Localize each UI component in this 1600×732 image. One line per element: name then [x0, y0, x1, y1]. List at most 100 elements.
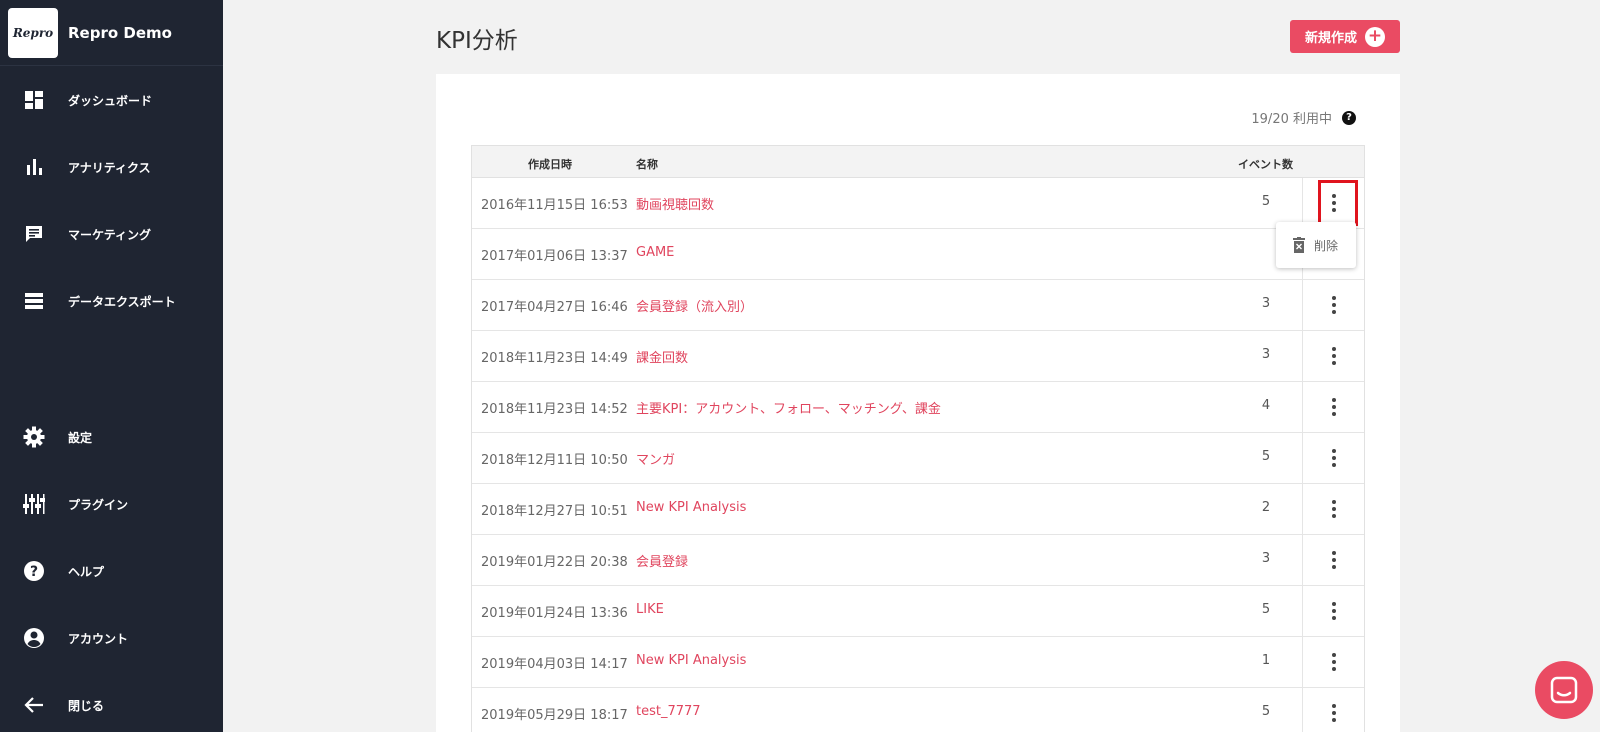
sidebar-item-analytics[interactable]: アナリティクス	[0, 147, 223, 187]
table-row: 2018年12月27日 10:51 New KPI Analysis 2	[472, 484, 1364, 535]
kpi-name-link[interactable]: LIKE	[636, 602, 664, 617]
created-at-cell: 2017年01月06日 13:37	[481, 249, 628, 264]
plus-icon: +	[1365, 26, 1385, 47]
event-count-cell: 3	[1261, 347, 1271, 362]
column-header-date[interactable]: 作成日時	[528, 156, 572, 172]
gear-icon	[22, 425, 46, 449]
column-header-name[interactable]: 名称	[636, 156, 658, 172]
event-count-cell: 1	[1261, 653, 1271, 668]
sidebar-item-label: ヘルプ	[68, 564, 105, 579]
sidebar-item-plugins[interactable]: プラグイン	[0, 484, 223, 524]
brand-header: Repro Repro Demo	[0, 0, 223, 66]
chat-launcher-button[interactable]	[1535, 661, 1593, 719]
row-menu-button[interactable]	[1302, 586, 1365, 636]
usage-text: 19/20 利用中	[1251, 112, 1332, 127]
logo-text: Repro	[12, 25, 54, 40]
new-kpi-button[interactable]: 新規作成 +	[1290, 20, 1400, 53]
sidebar-item-label: ダッシュボード	[68, 93, 153, 108]
row-menu-button[interactable]	[1302, 280, 1365, 330]
kpi-name-link[interactable]: test_7777	[636, 704, 701, 719]
created-at-cell: 2019年04月03日 14:17	[481, 657, 628, 672]
event-count-cell: 5	[1261, 602, 1271, 617]
sidebar-item-account[interactable]: アカウント	[0, 618, 223, 658]
created-at-cell: 2018年12月11日 10:50	[481, 453, 628, 468]
new-button-label: 新規作成	[1304, 31, 1357, 46]
event-count-cell: 5	[1261, 449, 1271, 464]
row-menu-button[interactable]	[1302, 433, 1365, 483]
row-menu-button[interactable]	[1302, 535, 1365, 585]
event-count-cell: 3	[1261, 296, 1271, 311]
message-icon	[22, 222, 46, 246]
chat-icon	[1550, 676, 1578, 704]
table-header: 作成日時 名称 イベント数	[472, 146, 1364, 178]
sidebar-item-dashboard[interactable]: ダッシュボード	[0, 80, 223, 120]
more-vertical-icon	[1332, 398, 1336, 416]
table-row: 2018年11月23日 14:49 課金回数 3	[472, 331, 1364, 382]
event-count-cell: 3	[1261, 551, 1271, 566]
sidebar: Repro Repro Demo ダッシュボード アナリティクス マーケティング…	[0, 0, 223, 732]
bar-chart-icon	[22, 155, 46, 179]
created-at-cell: 2019年01月22日 20:38	[481, 555, 628, 570]
trash-icon	[1292, 237, 1306, 253]
row-menu-button[interactable]	[1302, 331, 1365, 381]
arrow-left-icon	[22, 693, 46, 717]
kpi-name-link[interactable]: 動画視聴回数	[636, 194, 714, 213]
kpi-name-link[interactable]: New KPI Analysis	[636, 653, 746, 668]
table-row: 2019年04月03日 14:17 New KPI Analysis 1	[472, 637, 1364, 688]
page-title: KPI分析	[436, 28, 518, 54]
more-vertical-icon	[1332, 602, 1336, 620]
table-body: 2016年11月15日 16:53 動画視聴回数 5 2017年01月06日 13:3…	[472, 178, 1364, 732]
row-menu-button[interactable]	[1302, 688, 1365, 732]
kpi-name-link[interactable]: 主要KPI：アカウント、フォロー、マッチング、課金	[636, 398, 941, 417]
created-at-cell: 2019年01月24日 13:36	[481, 606, 628, 621]
event-count-cell: 2	[1261, 500, 1271, 515]
more-vertical-icon	[1332, 500, 1336, 518]
created-at-cell: 2018年12月27日 10:51	[481, 504, 628, 519]
svg-text:?: ?	[30, 564, 38, 580]
sidebar-item-marketing[interactable]: マーケティング	[0, 214, 223, 254]
account-icon	[22, 626, 46, 650]
more-vertical-icon	[1332, 704, 1336, 722]
kpi-table: 作成日時 名称 イベント数 2016年11月15日 16:53 動画視聴回数 5 20…	[471, 145, 1365, 732]
more-vertical-icon	[1332, 194, 1336, 212]
kpi-name-link[interactable]: GAME	[636, 245, 674, 260]
sidebar-item-help[interactable]: ? ヘルプ	[0, 551, 223, 591]
storage-icon	[22, 289, 46, 313]
row-menu-button[interactable]	[1302, 484, 1365, 534]
repro-logo[interactable]: Repro	[8, 7, 58, 58]
sidebar-item-label: プラグイン	[68, 497, 129, 512]
row-action-dropdown[interactable]: 削除	[1276, 222, 1356, 268]
more-vertical-icon	[1332, 653, 1336, 671]
table-row: 2019年01月22日 20:38 会員登録 3	[472, 535, 1364, 586]
more-vertical-icon	[1332, 551, 1336, 569]
event-count-cell: 5	[1261, 194, 1271, 209]
plugin-icon	[22, 492, 46, 516]
sidebar-item-label: データエクスポート	[68, 294, 176, 309]
dashboard-icon	[22, 88, 46, 112]
kpi-name-link[interactable]: 会員登録（流入別）	[636, 296, 753, 315]
table-row: 2016年11月15日 16:53 動画視聴回数 5	[472, 178, 1364, 229]
kpi-name-link[interactable]: 課金回数	[636, 347, 688, 366]
kpi-name-link[interactable]: 会員登録	[636, 551, 688, 570]
table-row: 2019年05月29日 18:17 test_7777 5	[472, 688, 1364, 732]
row-menu-button[interactable]	[1302, 382, 1365, 432]
delete-menu-item[interactable]: 削除	[1314, 237, 1338, 254]
help-icon[interactable]: ?	[1342, 110, 1356, 125]
more-vertical-icon	[1332, 296, 1336, 314]
table-row: 2018年12月11日 10:50 マンガ 5	[472, 433, 1364, 484]
more-vertical-icon	[1332, 449, 1336, 467]
kpi-name-link[interactable]: New KPI Analysis	[636, 500, 746, 515]
column-header-events[interactable]: イベント数	[1238, 156, 1293, 172]
row-menu-button[interactable]	[1302, 637, 1365, 687]
sidebar-item-label: 設定	[68, 430, 93, 445]
sidebar-item-data-export[interactable]: データエクスポート	[0, 281, 223, 321]
sidebar-item-close[interactable]: 閉じる	[0, 685, 223, 725]
sidebar-item-settings[interactable]: 設定	[0, 417, 223, 457]
table-row: 2017年01月06日 13:37 GAME	[472, 229, 1364, 280]
row-menu-button[interactable]	[1302, 178, 1365, 228]
kpi-name-link[interactable]: マンガ	[636, 449, 675, 468]
created-at-cell: 2018年11月23日 14:49	[481, 351, 628, 366]
kpi-list-card: 19/20 利用中 ? 作成日時 名称 イベント数 2016年11月15日 16…	[436, 74, 1400, 732]
table-row: 2017年04月27日 16:46 会員登録（流入別） 3	[472, 280, 1364, 331]
created-at-cell: 2018年11月23日 14:52	[481, 402, 628, 417]
